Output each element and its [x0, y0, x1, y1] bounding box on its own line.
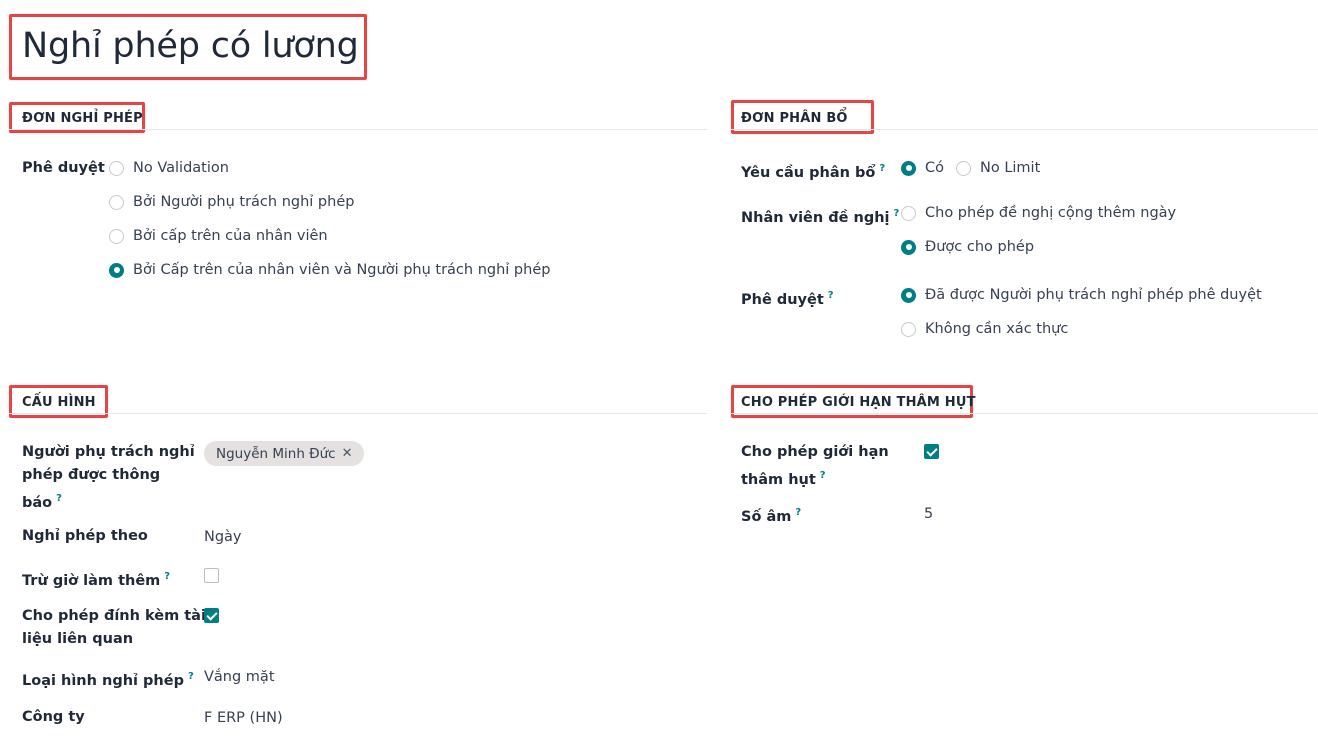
- allocation-approval-option-1[interactable]: Không cần xác thực: [901, 319, 1068, 339]
- option-label: Đã được Người phụ trách nghỉ phép phê du…: [925, 287, 1262, 303]
- allocation-requires-option-0[interactable]: Có: [901, 160, 944, 176]
- help-icon[interactable]: ?: [894, 208, 900, 219]
- deduct-overtime-checkbox[interactable]: [204, 568, 219, 583]
- negative-amount-label: Số âm?: [741, 507, 802, 525]
- help-icon[interactable]: ?: [828, 290, 834, 301]
- leave-approval-label: Phê duyệt: [22, 160, 105, 176]
- option-label: Cho phép đề nghị cộng thêm ngày: [925, 205, 1177, 221]
- radio-button-selected[interactable]: [901, 239, 916, 255]
- option-label: Bởi Người phụ trách nghỉ phép: [133, 194, 355, 210]
- separator-allocation: [731, 129, 1318, 130]
- separator-config: [9, 413, 707, 414]
- allow-negative-label: Cho phép giới hạn thâm hụt?: [741, 444, 889, 488]
- leave-kind-label: Loại hình nghỉ phép?: [22, 671, 194, 689]
- negative-amount-value[interactable]: 5: [924, 506, 933, 522]
- allocation-employee-option-0[interactable]: Cho phép đề nghị cộng thêm ngày: [901, 203, 1176, 223]
- allocation-employee-label: Nhân viên đề nghị?: [741, 208, 900, 226]
- option-label: Không cần xác thực: [925, 321, 1069, 337]
- radio-button[interactable]: [109, 194, 124, 210]
- section-title-leave-requests: ĐƠN NGHỈ PHÉP: [22, 111, 143, 126]
- radio-button[interactable]: [901, 205, 916, 221]
- option-label: No Limit: [980, 160, 1041, 176]
- leave-unit-label: Nghỉ phép theo: [22, 528, 148, 544]
- allocation-requires-option-1[interactable]: No Limit: [956, 160, 1040, 176]
- leave-approval-option-1[interactable]: Bởi Người phụ trách nghỉ phép: [109, 192, 354, 212]
- allow-negative-checkbox[interactable]: [924, 444, 939, 459]
- radio-button[interactable]: [109, 160, 124, 176]
- page-title: Nghỉ phép có lương: [22, 26, 359, 66]
- allocation-requires-group: Có No Limit: [901, 158, 1052, 178]
- deduct-overtime-label: Trừ giờ làm thêm?: [22, 571, 171, 589]
- radio-button[interactable]: [901, 321, 916, 337]
- section-title-allocation: ĐƠN PHÂN BỔ: [741, 111, 848, 126]
- help-icon[interactable]: ?: [795, 507, 801, 518]
- separator-negative: [731, 413, 1318, 414]
- help-icon[interactable]: ?: [56, 493, 62, 504]
- leave-approval-option-3[interactable]: Bởi Cấp trên của nhân viên và Người phụ …: [109, 260, 550, 280]
- option-label: No Validation: [133, 160, 229, 176]
- leave-approval-option-2[interactable]: Bởi cấp trên của nhân viên: [109, 226, 328, 246]
- allocation-requires-label: Yêu cầu phân bổ?: [741, 163, 886, 181]
- section-title-negative: CHO PHÉP GIỚI HẠN THÂM HỤT: [741, 395, 976, 410]
- help-icon[interactable]: ?: [164, 571, 170, 582]
- help-icon[interactable]: ?: [188, 671, 194, 682]
- notified-manager-tag[interactable]: Nguyễn Minh Đức ✕: [204, 441, 364, 466]
- section-title-config: CẤU HÌNH: [22, 395, 96, 410]
- radio-button[interactable]: [109, 228, 124, 244]
- tag-label: Nguyễn Minh Đức: [216, 445, 336, 462]
- attach-docs-label: Cho phép đính kèm tài liệu liên quan: [22, 608, 206, 647]
- radio-button-selected[interactable]: [109, 262, 124, 278]
- close-icon[interactable]: ✕: [342, 446, 353, 461]
- option-label: Được cho phép: [925, 239, 1035, 255]
- help-icon[interactable]: ?: [820, 470, 826, 481]
- radio-button-selected[interactable]: [901, 160, 916, 176]
- option-label: Bởi cấp trên của nhân viên: [133, 228, 328, 244]
- company-label: Công ty: [22, 709, 85, 725]
- leave-unit-value[interactable]: Ngày: [204, 529, 242, 545]
- separator-leave: [9, 129, 707, 130]
- option-label: Có: [925, 160, 944, 176]
- leave-approval-option-0[interactable]: No Validation: [109, 158, 229, 178]
- radio-button-selected[interactable]: [901, 287, 916, 303]
- allocation-employee-option-1[interactable]: Được cho phép: [901, 237, 1034, 257]
- allocation-approval-option-0[interactable]: Đã được Người phụ trách nghỉ phép phê du…: [901, 285, 1262, 305]
- option-label: Bởi Cấp trên của nhân viên và Người phụ …: [133, 262, 551, 278]
- leave-kind-value[interactable]: Vắng mặt: [204, 669, 275, 685]
- notified-manager-label: Người phụ trách nghỉ phép được thông báo…: [22, 444, 195, 511]
- radio-button[interactable]: [956, 160, 971, 176]
- help-icon[interactable]: ?: [879, 163, 885, 174]
- attach-docs-checkbox[interactable]: [204, 608, 219, 623]
- company-value[interactable]: F ERP (HN): [204, 710, 283, 726]
- allocation-approval-label: Phê duyệt?: [741, 290, 834, 308]
